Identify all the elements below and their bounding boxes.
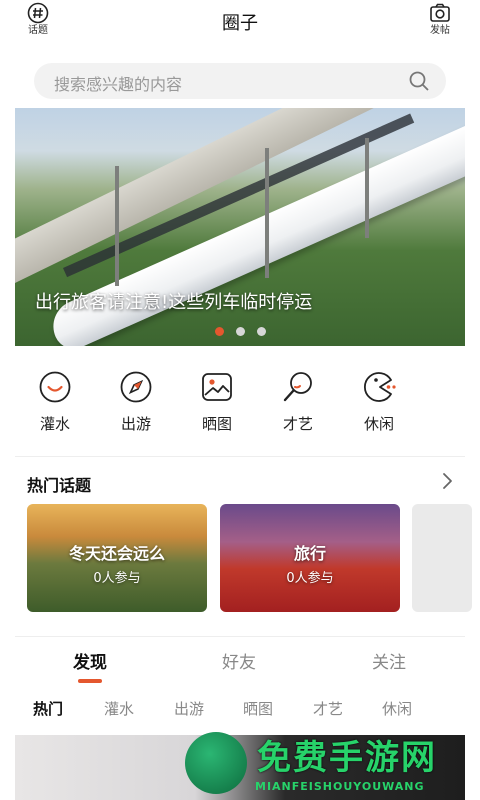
- search-icon[interactable]: [408, 70, 430, 92]
- watermark-text: 免费手游网: [257, 738, 437, 778]
- category-label: 灌水: [39, 415, 70, 433]
- smile-bubble-icon: [39, 371, 71, 403]
- post-label: 发帖: [430, 25, 450, 36]
- category-label: 晒图: [201, 415, 232, 433]
- category-label: 出游: [120, 415, 151, 433]
- category-item-shaitu[interactable]: 晒图: [187, 370, 247, 434]
- topic-title: 冬天还会远么: [68, 544, 165, 563]
- banner-pole: [265, 148, 269, 278]
- category-item-caiyi[interactable]: 才艺: [268, 370, 328, 434]
- topic-participants: 0人参与: [286, 571, 334, 586]
- subtab-hot[interactable]: 热门: [33, 698, 63, 719]
- page-title: 圈子: [222, 13, 258, 34]
- circle-page: 话题 圈子 发帖 搜索感兴趣的内容 出行旅客请注意!这些列车临时停运 灌水 出游…: [0, 0, 480, 800]
- search-placeholder: 搜索感兴趣的内容: [54, 75, 183, 94]
- post-button[interactable]: 发帖: [423, 2, 457, 40]
- top-bar: 话题 圈子 发帖: [0, 0, 480, 44]
- topic-title: 旅行: [293, 544, 326, 563]
- subtab-shaitu[interactable]: 晒图: [243, 698, 273, 719]
- divider: [15, 456, 465, 457]
- divider: [15, 636, 465, 637]
- banner-carousel[interactable]: 出行旅客请注意!这些列车临时停运: [15, 108, 465, 346]
- carousel-dot[interactable]: [214, 327, 224, 336]
- banner-pole: [115, 166, 119, 286]
- banner-caption[interactable]: 出行旅客请注意!这些列车临时停运: [35, 288, 312, 314]
- subtab-xiuxian[interactable]: 休闲: [382, 698, 412, 719]
- main-tabs: 发现 好友 关注: [0, 648, 480, 688]
- tab-following[interactable]: 关注: [372, 648, 406, 673]
- compass-icon: [120, 371, 152, 403]
- tab-friends[interactable]: 好友: [222, 648, 256, 673]
- watermark: 免费手游网 MIANFEISHOUYOUWANG: [185, 728, 470, 800]
- carousel-dot[interactable]: [256, 327, 266, 336]
- topic-card-partial[interactable]: [412, 504, 472, 612]
- category-item-xiuxian[interactable]: 休闲: [349, 370, 409, 434]
- topic-card[interactable]: 旅行 0人参与: [220, 504, 400, 612]
- sub-tabs: 热门 灌水 出游 晒图 才艺 休闲: [0, 698, 480, 722]
- picture-icon: [202, 373, 232, 401]
- category-row: 灌水 出游 晒图 才艺 休闲: [15, 370, 465, 440]
- camera-icon: [430, 3, 450, 22]
- pacman-icon: [363, 372, 396, 402]
- category-item-guanshui[interactable]: 灌水: [25, 370, 85, 434]
- subtab-guanshui[interactable]: 灌水: [104, 698, 134, 719]
- watermark-logo: [185, 732, 247, 794]
- subtab-caiyi[interactable]: 才艺: [313, 698, 343, 719]
- chevron-right-icon[interactable]: [438, 470, 456, 492]
- topic-card[interactable]: 冬天还会远么 0人参与: [27, 504, 207, 612]
- subtab-chuyou[interactable]: 出游: [174, 698, 204, 719]
- category-label: 休闲: [363, 415, 394, 433]
- category-label: 才艺: [282, 415, 313, 433]
- category-item-chuyou[interactable]: 出游: [106, 370, 166, 434]
- tab-discover[interactable]: 发现: [73, 648, 107, 673]
- carousel-dots: [15, 327, 465, 336]
- microphone-icon: [283, 372, 312, 402]
- hot-topics-heading: 热门话题: [27, 476, 92, 495]
- carousel-dot[interactable]: [235, 327, 245, 336]
- search-bar[interactable]: 搜索感兴趣的内容: [34, 63, 446, 99]
- watermark-url: MIANFEISHOUYOUWANG: [255, 780, 425, 793]
- tab-underline: [78, 679, 102, 683]
- topic-participants: 0人参与: [93, 571, 141, 586]
- banner-pole: [365, 138, 369, 238]
